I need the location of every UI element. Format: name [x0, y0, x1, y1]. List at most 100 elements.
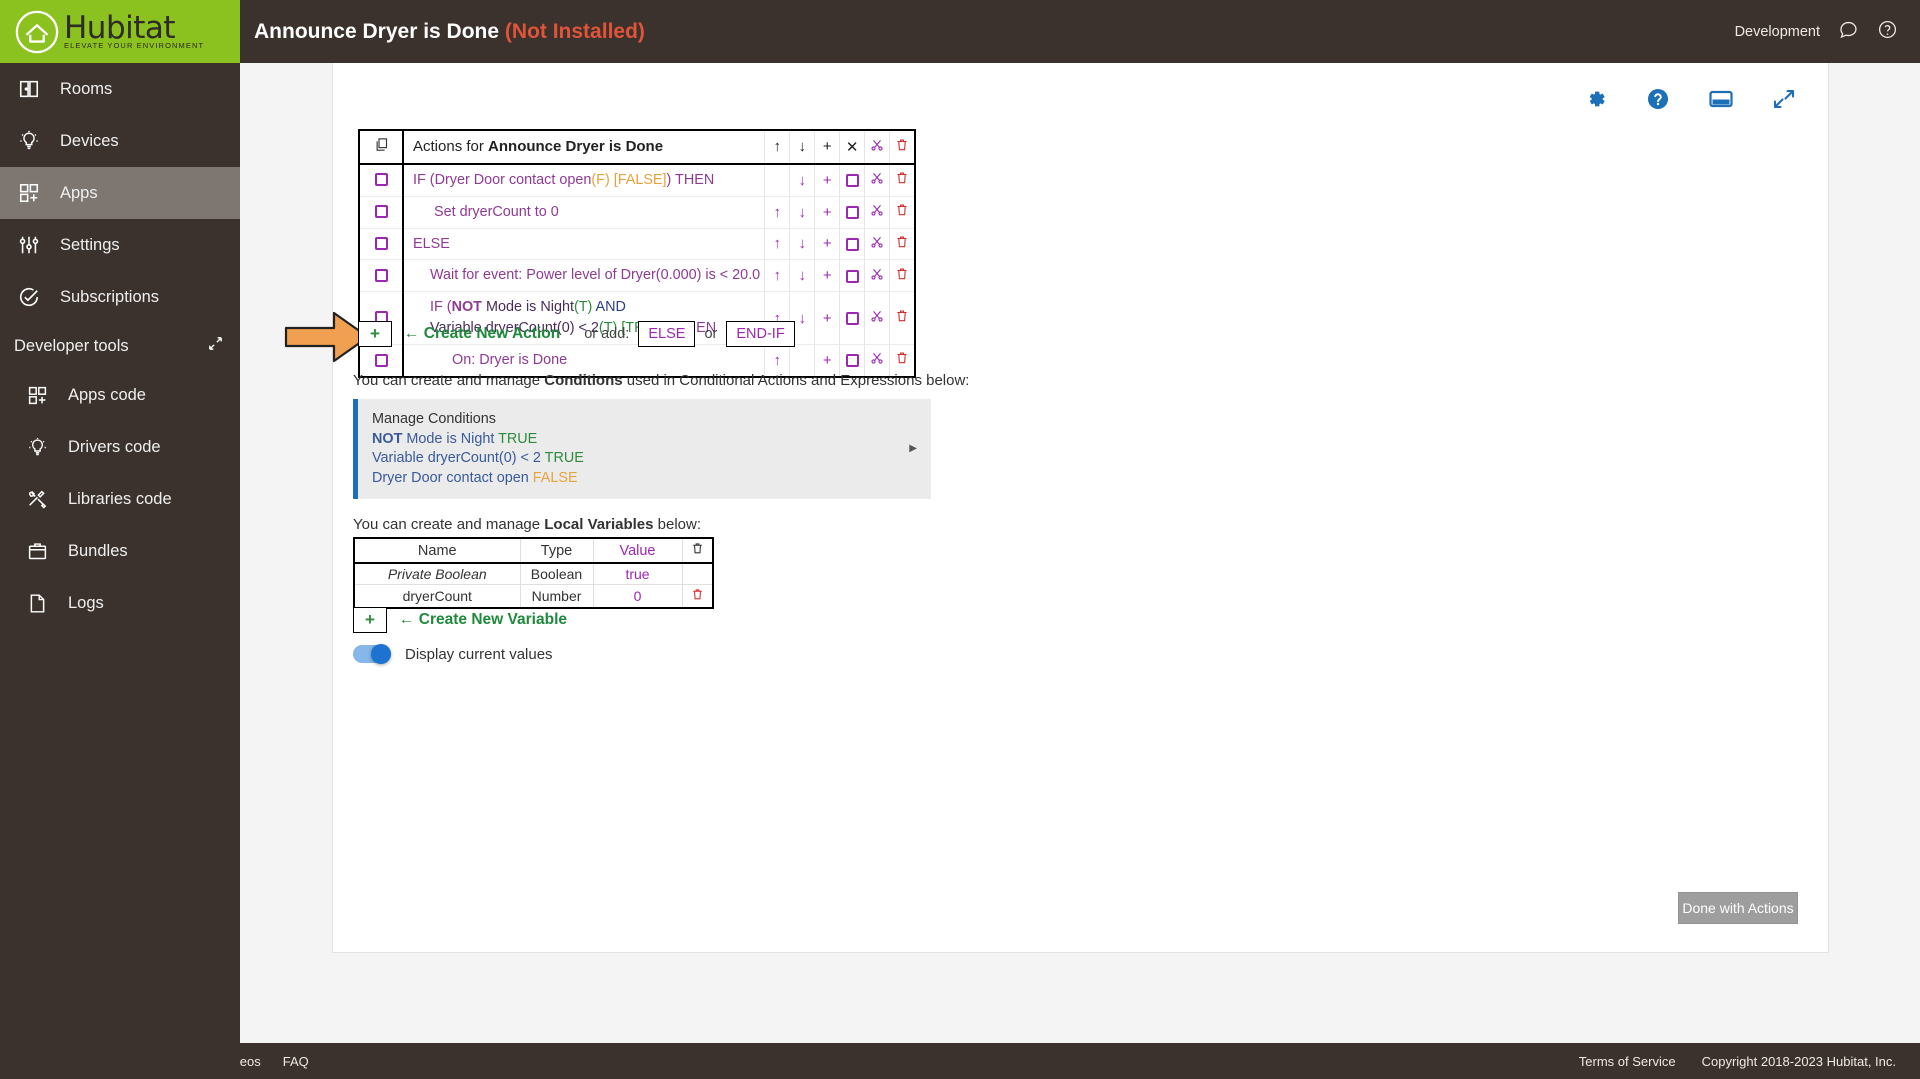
sidebar-item-label: Rooms: [60, 79, 113, 98]
row-checkbox-cell[interactable]: [359, 163, 404, 197]
help-circle-icon[interactable]: [1646, 87, 1670, 116]
variables-lead-post: below:: [653, 516, 702, 533]
row-checkbox[interactable]: [374, 269, 388, 283]
mode-label: Development: [1734, 23, 1820, 40]
row-checkbox[interactable]: [374, 237, 388, 251]
sidebar-section-label: Developer tools: [14, 336, 129, 355]
column-header-name: Name: [353, 537, 521, 564]
collapse-icon[interactable]: [207, 335, 224, 357]
create-new-variable-link[interactable]: ← Create New Variable: [399, 611, 567, 629]
add-else-button[interactable]: ELSE: [638, 321, 696, 347]
row-checkbox[interactable]: [374, 173, 388, 187]
conditions-lead-bold: Conditions: [544, 372, 623, 389]
add-endif-button[interactable]: END-IF: [726, 321, 795, 347]
row-move-up-button[interactable]: ↑: [764, 196, 791, 229]
row-cut-button[interactable]: [864, 163, 891, 197]
variable-delete-button[interactable]: [681, 584, 714, 609]
action-text-part: IF (: [430, 299, 452, 316]
action-row-label[interactable]: Set dryerCount to 0: [403, 196, 766, 229]
row-move-down-button[interactable]: ↓: [789, 163, 816, 197]
row-copy-button[interactable]: [839, 163, 866, 197]
row-move-down-button[interactable]: ↓: [789, 259, 816, 293]
sidebar-item-bundles[interactable]: Bundles: [0, 525, 240, 577]
action-row[interactable]: Wait for event: Power level of Dryer(0.0…: [359, 259, 916, 293]
action-row-label[interactable]: Wait for event: Power level of Dryer(0.0…: [403, 259, 766, 293]
add-action-plus-button[interactable]: +: [358, 321, 392, 347]
row-move-up-button[interactable]: ↑: [764, 228, 791, 261]
chat-icon[interactable]: [1838, 19, 1859, 44]
display-current-values-toggle[interactable]: [353, 644, 391, 664]
copy-icon[interactable]: [359, 130, 404, 165]
sidebar-item-apps[interactable]: Apps: [0, 167, 240, 219]
variables-lead-pre: You can create and manage: [353, 516, 545, 533]
sidebar-section-developer-tools[interactable]: Developer tools: [0, 323, 240, 369]
variable-value[interactable]: true: [592, 562, 683, 585]
row-move-up-button[interactable]: [764, 163, 791, 197]
column-header-type: Type: [519, 537, 594, 564]
row-copy-button[interactable]: [839, 259, 866, 293]
sidebar-item-subscriptions[interactable]: Subscriptions: [0, 271, 240, 323]
row-add-button[interactable]: +: [814, 259, 841, 293]
top-bar: Announce Dryer is Done (Not Installed) D…: [240, 0, 1920, 63]
sidebar-item-rooms[interactable]: Rooms: [0, 63, 240, 115]
row-add-button[interactable]: +: [814, 163, 841, 197]
action-row-label[interactable]: ELSE: [403, 228, 766, 261]
sidebar-item-logs[interactable]: Logs: [0, 577, 240, 629]
header-add-button[interactable]: +: [814, 130, 841, 165]
header-move-down-button[interactable]: ↓: [789, 130, 816, 165]
add-action-row: + ← Create New Action or add: ELSE or EN…: [358, 321, 804, 347]
add-variable-plus-button[interactable]: +: [353, 607, 387, 633]
row-delete-button[interactable]: [889, 196, 916, 229]
row-cut-button[interactable]: [864, 196, 891, 229]
row-delete-button[interactable]: [889, 163, 916, 197]
sidebar-item-libraries-code[interactable]: Libraries code: [0, 473, 240, 525]
row-delete-button[interactable]: [889, 259, 916, 293]
row-move-down-button[interactable]: ↓: [789, 196, 816, 229]
row-copy-button[interactable]: [839, 291, 866, 345]
sidebar-item-apps-code[interactable]: Apps code: [0, 369, 240, 421]
row-checkbox-cell[interactable]: [359, 196, 404, 229]
footer-link-terms[interactable]: Terms of Service: [1579, 1054, 1676, 1069]
chevron-right-icon[interactable]: ▶: [909, 443, 917, 455]
header-move-up-button[interactable]: ↑: [764, 130, 791, 165]
row-checkbox-cell[interactable]: [359, 228, 404, 261]
variable-value[interactable]: 0: [592, 584, 683, 609]
sidebar-item-settings[interactable]: Settings: [0, 219, 240, 271]
done-with-actions-button[interactable]: Done with Actions: [1678, 892, 1798, 924]
row-checkbox[interactable]: [374, 205, 388, 219]
help-circle-icon[interactable]: [1877, 19, 1898, 44]
brand-logo[interactable]: Hubitat ELEVATE YOUR ENVIRONMENT: [0, 0, 240, 63]
row-delete-button[interactable]: [889, 228, 916, 261]
row-add-button[interactable]: +: [814, 196, 841, 229]
gear-icon[interactable]: [1584, 87, 1608, 116]
expand-icon[interactable]: [1772, 87, 1796, 116]
action-row[interactable]: Set dryerCount to 0 ↑ ↓ +: [359, 196, 916, 229]
action-row-label[interactable]: IF (Dryer Door contact open(F) [FALSE]) …: [403, 163, 766, 197]
manage-conditions-panel[interactable]: Manage Conditions NOT Mode is Night TRUE…: [353, 399, 931, 500]
row-cut-button[interactable]: [864, 291, 891, 345]
display-icon[interactable]: [1708, 87, 1734, 116]
row-move-down-button[interactable]: ↓: [789, 228, 816, 261]
sidebar-item-devices[interactable]: Devices: [0, 115, 240, 167]
header-delete-button[interactable]: [889, 130, 916, 165]
variable-row[interactable]: Private Boolean Boolean true: [353, 562, 714, 585]
footer-link-faq[interactable]: FAQ: [283, 1054, 309, 1069]
row-checkbox[interactable]: [374, 353, 388, 367]
row-add-button[interactable]: +: [814, 228, 841, 261]
header-close-button[interactable]: ✕: [839, 130, 866, 165]
row-cut-button[interactable]: [864, 259, 891, 293]
create-new-action-link[interactable]: ← Create New Action: [404, 321, 560, 347]
variable-row[interactable]: dryerCount Number 0: [353, 584, 714, 609]
row-copy-button[interactable]: [839, 196, 866, 229]
header-cut-button[interactable]: [864, 130, 891, 165]
row-add-button[interactable]: +: [814, 291, 841, 345]
sidebar-item-drivers-code[interactable]: Drivers code: [0, 421, 240, 473]
action-row[interactable]: IF (Dryer Door contact open(F) [FALSE]) …: [359, 163, 916, 197]
action-row[interactable]: ELSE ↑ ↓ +: [359, 228, 916, 261]
row-cut-button[interactable]: [864, 228, 891, 261]
row-checkbox-cell[interactable]: [359, 259, 404, 293]
row-copy-button[interactable]: [839, 228, 866, 261]
row-delete-button[interactable]: [889, 291, 916, 345]
delete-all-variables-button[interactable]: [681, 537, 714, 564]
row-move-up-button[interactable]: ↑: [764, 259, 791, 293]
